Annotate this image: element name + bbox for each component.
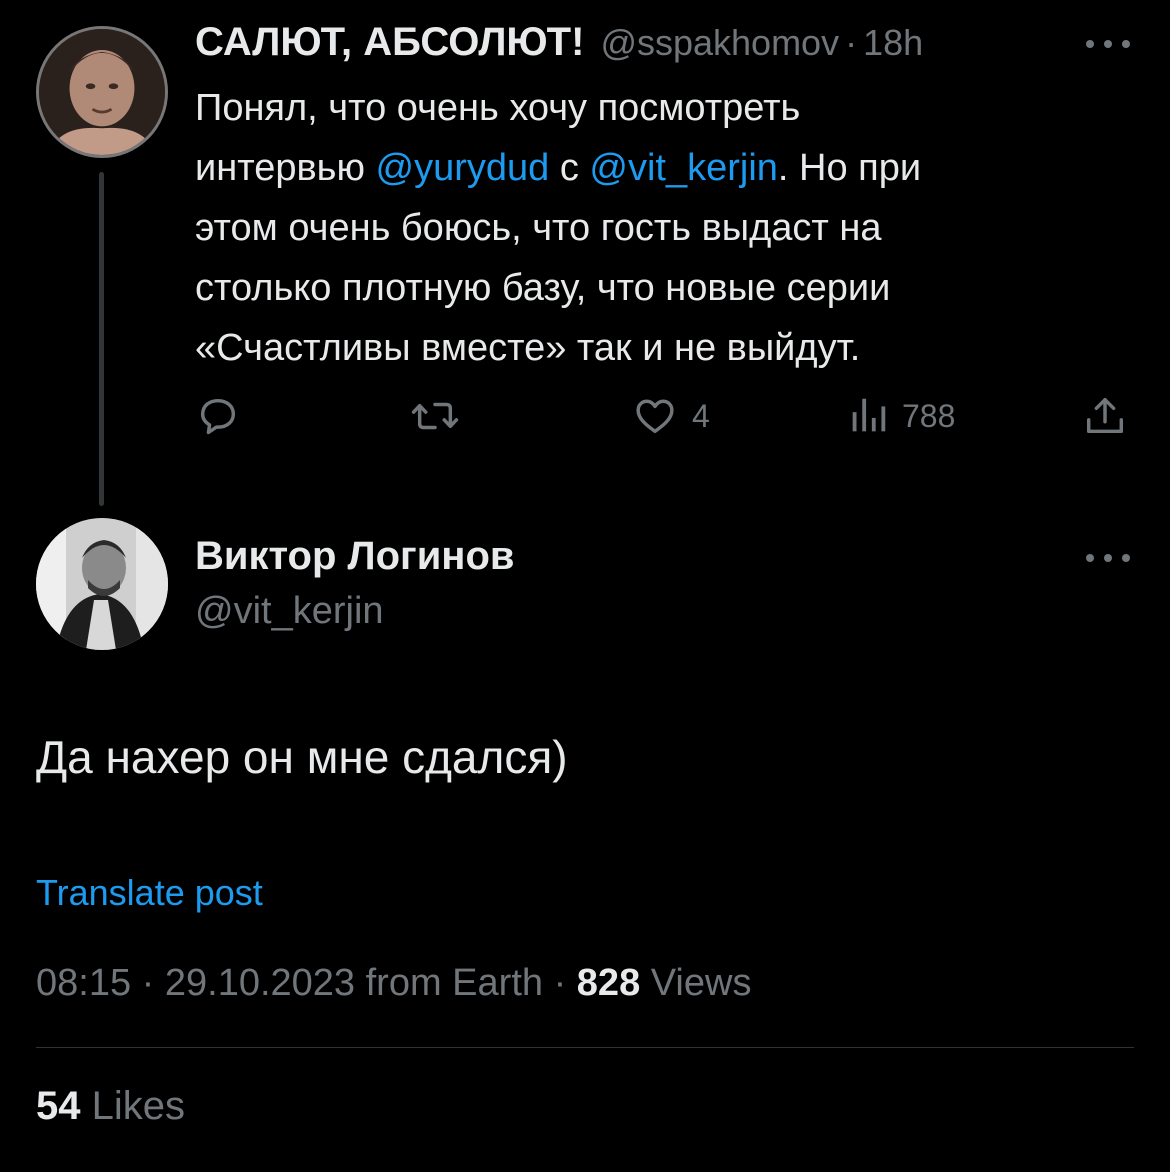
views-count: 788 xyxy=(902,397,956,434)
tweet-text-segment: с xyxy=(549,147,590,189)
parent-tweet-actions: 4 788 xyxy=(195,388,1135,444)
avatar-photo xyxy=(39,29,165,155)
heart-icon xyxy=(636,399,674,434)
tweet-text-segment: столько плотную базу, что новые серии xyxy=(195,267,891,309)
tweet-text: Да нахер он мне сдался) xyxy=(36,731,568,783)
author-handle[interactable]: @vit_kerjin xyxy=(195,590,384,633)
share-icon xyxy=(1086,397,1124,434)
tweet-time[interactable]: 08:15 xyxy=(36,962,131,1004)
tweet-text-line: интервью @yurydud с @vit_kerjin. Но при xyxy=(195,138,1145,198)
likes-count: 54 xyxy=(36,1084,81,1128)
tweet-text-line: Понял, что очень хочу посмотреть xyxy=(195,78,1145,138)
tweet-text-line: «Счастливы вместе» так и не выйдут. xyxy=(195,318,1145,378)
more-options-icon[interactable] xyxy=(1086,548,1130,568)
tweet-metadata: 08:15 · 29.10.2023 from Earth · 828 View… xyxy=(36,962,751,1005)
header-separator: · xyxy=(845,22,858,63)
tweet-text-segment: Понял, что очень хочу посмотреть xyxy=(195,87,801,129)
more-options-icon[interactable] xyxy=(1086,34,1130,54)
likes-stat[interactable]: 54 Likes xyxy=(36,1084,185,1129)
mention-link[interactable]: @vit_kerjin xyxy=(589,147,778,189)
tweet-text-segment: «Счастливы вместе» так и не выйдут. xyxy=(195,327,861,369)
divider xyxy=(36,1047,1134,1048)
views-label: Views xyxy=(650,962,752,1004)
parent-tweet-text: Понял, что очень хочу посмотреть интервью… xyxy=(195,78,1145,378)
tweet-text-line: столько плотную базу, что новые серии xyxy=(195,258,1145,318)
parent-tweet-header: САЛЮТ, АБСОЛЮТ! @sspakhomov · 18h xyxy=(195,20,923,72)
author-handle[interactable]: @sspakhomov xyxy=(600,22,839,64)
tweet-text-line: этом очень боюсь, что гость выдаст на xyxy=(195,198,1145,258)
avatar-photo xyxy=(36,518,168,650)
retweet-button[interactable] xyxy=(410,388,474,444)
likes-label: Likes xyxy=(91,1084,186,1128)
reply-icon xyxy=(200,398,236,435)
thread-connector-line xyxy=(99,172,104,506)
avatar-vit-kerjin[interactable] xyxy=(36,518,168,650)
views-button[interactable]: 788 xyxy=(848,388,955,444)
author-name[interactable]: САЛЮТ, АБСОЛЮТ! xyxy=(195,20,584,65)
share-button[interactable] xyxy=(1082,388,1128,444)
like-count: 4 xyxy=(692,397,710,434)
like-button[interactable]: 4 xyxy=(632,388,710,444)
author-name[interactable]: Виктор Логинов xyxy=(195,534,514,579)
translate-post-link[interactable]: Translate post xyxy=(36,872,263,914)
tweet-text-segment: . Но при xyxy=(777,147,922,189)
avatar-sspakhomov[interactable] xyxy=(36,26,168,158)
views-count: 828 xyxy=(576,962,641,1004)
retweet-icon xyxy=(411,402,459,430)
tweet-text-segment: этом очень боюсь, что гость выдаст на xyxy=(195,207,882,249)
reply-button[interactable] xyxy=(195,388,255,444)
tweet-date[interactable]: 29.10.2023 xyxy=(165,962,355,1004)
meta-separator: · xyxy=(141,962,155,1004)
mention-link[interactable]: @yurydud xyxy=(376,147,550,189)
tweet-text-segment: интервью xyxy=(195,147,376,189)
tweet-time[interactable]: 18h xyxy=(863,22,923,64)
meta-separator: · xyxy=(553,962,567,1004)
tweet-source: from Earth xyxy=(365,962,544,1004)
views-icon xyxy=(852,398,886,432)
